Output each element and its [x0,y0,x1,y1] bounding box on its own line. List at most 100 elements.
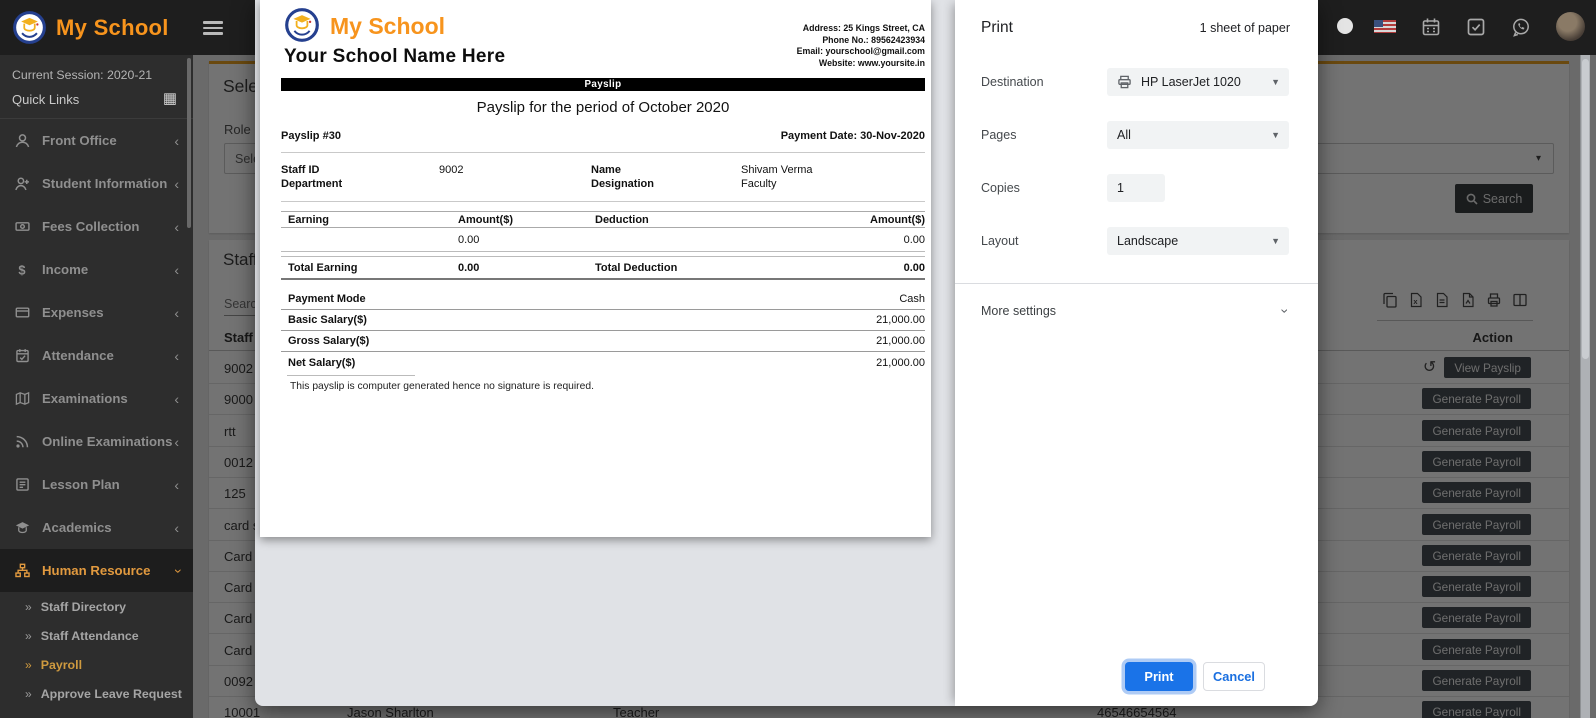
chevron-left-icon: ‹ [174,478,179,492]
sidebar-toggle-button[interactable] [203,21,223,35]
print-preview-pane: My School Your School Name Here Address:… [255,0,955,706]
chevron-left-icon: ‹ [174,134,179,148]
attendance-icon [14,348,31,363]
printer-icon [1117,75,1132,89]
examinations-icon [14,391,31,406]
print-button[interactable]: Print [1125,662,1193,691]
sidebar-item-label: Academics [42,520,112,535]
more-settings-toggle[interactable]: More settings [981,304,1056,318]
subitem-label: Approve Leave Request [41,687,182,701]
header-circle-icon[interactable] [1337,18,1353,34]
fees-collection-icon [14,219,31,234]
summary-row: Payment ModeCash [281,289,925,310]
chevron-left-icon: ‹ [174,306,179,320]
double-arrow-icon: » [25,658,32,672]
chevron-left-icon: ‹ [174,435,179,449]
payslip-document: My School Your School Name Here Address:… [260,0,931,537]
sidebar-item-label: Human Resource [42,563,150,578]
summary-row: Basic Salary($)21,000.00 [281,310,925,331]
brand-name: My School [56,15,169,41]
pages-value: All [1117,128,1131,142]
language-flag-icon[interactable] [1374,20,1396,33]
double-arrow-icon: » [25,600,32,614]
dropdown-arrow-icon: ▼ [1271,130,1280,140]
chevron-left-icon: ‹ [174,177,179,191]
lesson-plan-icon [14,477,31,492]
user-avatar[interactable] [1556,12,1585,41]
sidebar-item-examinations[interactable]: Examinations ‹ [0,377,193,420]
pages-select[interactable]: All ▼ [1107,121,1289,149]
summary-row: Gross Salary($)21,000.00 [281,331,925,352]
copies-label: Copies [981,181,1020,195]
sidebar-item-online-examinations[interactable]: Online Examinations ‹ [0,420,193,463]
quick-links-grid-icon[interactable]: ▦ [163,89,177,107]
sidebar-item-front-office[interactable]: Front Office ‹ [0,119,193,162]
sidebar-item-academics[interactable]: Academics ‹ [0,506,193,549]
copies-input[interactable]: 1 [1107,174,1165,202]
income-icon: $ [14,262,31,277]
payslip-footnote: This payslip is computer generated hence… [281,381,925,392]
chevron-left-icon: ‹ [174,220,179,234]
layout-value: Landscape [1117,234,1178,248]
task-check-icon[interactable] [1466,17,1486,37]
payslip-contact-block: Address: 25 Kings Street, CA Phone No.: … [797,23,925,69]
online-examinations-icon [14,434,31,449]
academics-icon [14,520,31,535]
sidebar-subitem-approve-leave-request[interactable]: » Approve Leave Request [0,679,193,708]
destination-value: HP LaserJet 1020 [1141,75,1241,89]
sidebar-scrollbar[interactable] [187,58,191,228]
sidebar-item-lesson-plan[interactable]: Lesson Plan ‹ [0,463,193,506]
page-scrollbar[interactable] [1580,55,1590,718]
sidebar-item-label: Front Office [42,133,117,148]
svg-text:$: $ [18,262,25,277]
payslip-brand: My School [330,13,445,40]
payslip-period-title: Payslip for the period of October 2020 [281,99,925,116]
whatsapp-icon[interactable] [1511,17,1531,37]
double-arrow-icon: » [25,687,32,701]
dialog-divider [955,283,1318,284]
sidebar-item-student-information[interactable]: Student Information ‹ [0,162,193,205]
sidebar-item-label: Fees Collection [42,219,139,234]
payslip-school-name: Your School Name Here [284,46,505,68]
cancel-button[interactable]: Cancel [1203,662,1265,691]
sidebar-item-human-resource[interactable]: Human Resource ‹ [0,549,193,592]
chevron-left-icon: ‹ [174,349,179,363]
payslip-band: Payslip [281,78,925,91]
sidebar: Current Session: 2020-21 Quick Links ▦ F… [0,55,193,718]
destination-label: Destination [981,75,1044,89]
human-resource-icon [14,563,31,578]
sidebar-subitem-apply-leave[interactable]: » Apply Leave [0,708,193,718]
app-logo[interactable]: My School [12,10,169,45]
sidebar-item-label: Examinations [42,391,128,406]
layout-label: Layout [981,234,1019,248]
student-information-icon [14,176,31,191]
school-emblem-icon [12,10,47,45]
current-session-label: Current Session: 2020-21 [0,55,193,84]
payslip-number: Payslip #30 [281,130,341,142]
payment-date: Payment Date: 30-Nov-2020 [781,130,925,142]
sidebar-item-expenses[interactable]: Expenses ‹ [0,291,193,334]
sidebar-item-label: Expenses [42,305,104,320]
dropdown-arrow-icon: ▼ [1271,236,1280,246]
pages-label: Pages [981,128,1016,142]
sidebar-item-label: Income [42,262,88,277]
sidebar-item-income[interactable]: $ Income ‹ [0,248,193,291]
sidebar-item-label: Online Examinations [42,434,172,449]
dropdown-arrow-icon: ▼ [1271,77,1280,87]
quick-links: Quick Links ▦ [0,84,193,119]
sidebar-item-fees-collection[interactable]: Fees Collection ‹ [0,205,193,248]
print-preview-modal: My School Your School Name Here Address:… [255,0,1318,706]
chevron-down-icon[interactable]: › [1278,309,1294,314]
sidebar-subitem-staff-directory[interactable]: » Staff Directory [0,592,193,621]
sidebar-item-label: Attendance [42,348,114,363]
layout-select[interactable]: Landscape ▼ [1107,227,1289,255]
chevron-down-icon: ‹ [170,568,184,573]
calendar-icon[interactable] [1421,17,1441,37]
sidebar-subitem-staff-attendance[interactable]: » Staff Attendance [0,621,193,650]
destination-select[interactable]: HP LaserJet 1020 ▼ [1107,68,1289,96]
summary-row: Net Salary($)21,000.00 [281,352,925,373]
chevron-left-icon: ‹ [174,263,179,277]
subitem-label: Payroll [41,658,82,672]
sidebar-item-attendance[interactable]: Attendance ‹ [0,334,193,377]
sidebar-subitem-payroll[interactable]: » Payroll [0,650,193,679]
